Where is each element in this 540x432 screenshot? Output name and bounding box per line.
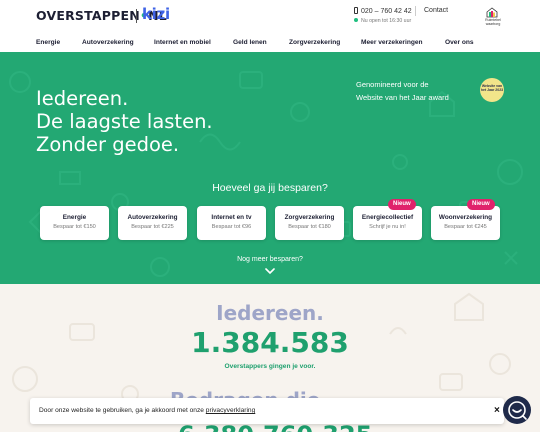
card-subtitle: Bespaar tot €96 bbox=[211, 224, 252, 230]
phone-number[interactable]: 020 – 760 42 42 bbox=[354, 7, 412, 15]
card-title: Woonverzekering bbox=[438, 214, 493, 221]
nav-item-meer-verzekeringen[interactable]: Meer verzekeringen bbox=[361, 39, 423, 46]
close-icon[interactable]: × bbox=[494, 405, 500, 416]
card-subtitle: Bespaar tot €245 bbox=[444, 224, 487, 230]
card-internet-en-tv[interactable]: Internet en tv Bespaar tot €96 bbox=[197, 206, 266, 240]
switchers-caption: Overstappers gingen je voor. bbox=[224, 363, 316, 370]
nav-item-internet[interactable]: Internet en mobiel bbox=[154, 39, 211, 46]
nav-item-geld-lenen[interactable]: Geld lenen bbox=[233, 39, 267, 46]
nav-item-energie[interactable]: Energie bbox=[36, 39, 60, 46]
logo-text-left: OVERSTAPPEN bbox=[36, 8, 140, 23]
nav-item-autoverzekering[interactable]: Autoverzekering bbox=[82, 39, 134, 46]
headline-line-3: Zonder gedoe. bbox=[36, 133, 180, 156]
chevron-down-icon[interactable] bbox=[265, 267, 275, 275]
savings-question: Hoeveel ga jij besparen? bbox=[212, 182, 328, 194]
kizi-logo[interactable]: kizi bbox=[142, 5, 170, 23]
card-zorgverzekering[interactable]: Zorgverzekering Bespaar tot €180 bbox=[275, 206, 344, 240]
header-divider bbox=[415, 6, 416, 16]
nav-item-zorgverzekering[interactable]: Zorgverzekering bbox=[289, 39, 340, 46]
card-title: Energiecollectief bbox=[361, 214, 414, 221]
card-energie[interactable]: Energie Bespaar tot €150 bbox=[40, 206, 109, 240]
chat-icon bbox=[508, 401, 527, 420]
card-title: Zorgverzekering bbox=[284, 214, 335, 221]
hero-headline: Iedereen. De laagste lasten. Zonder gedo… bbox=[36, 87, 213, 156]
card-subtitle: Bespaar tot €150 bbox=[53, 224, 96, 230]
status-dot-icon bbox=[354, 18, 358, 22]
award-label: Ruimtebel waarborg bbox=[485, 18, 501, 26]
cookie-banner: Door onze website te gebruiken, ga je ak… bbox=[30, 398, 504, 424]
more-savings-link[interactable]: Nog meer besparen? bbox=[0, 256, 540, 263]
phone-number-text: 020 – 760 42 42 bbox=[361, 8, 412, 15]
card-subtitle: Schrijf je nu in! bbox=[369, 224, 406, 230]
card-autoverzekering[interactable]: Autoverzekering Bespaar tot €225 bbox=[118, 206, 187, 240]
open-status-text: Nu open tot 16:30 uur bbox=[361, 18, 412, 24]
phone-icon bbox=[354, 7, 358, 14]
new-badge: Nieuw bbox=[388, 199, 416, 210]
award-nomination: Genomineerd voor de Website van het Jaar… bbox=[356, 78, 449, 104]
nav-item-over-ons[interactable]: Over ons bbox=[445, 39, 474, 46]
card-subtitle: Bespaar tot €225 bbox=[131, 224, 174, 230]
top-bar: OVERSTAPPEN•NL kizi 020 – 760 42 42 Nu o… bbox=[0, 0, 540, 35]
cookie-message: Door onze website te gebruiken, ga je ak… bbox=[39, 407, 206, 414]
switchers-count: 1.384.583 bbox=[191, 326, 349, 359]
new-badge: Nieuw bbox=[467, 199, 495, 210]
logo-separator bbox=[136, 9, 137, 23]
card-energiecollectief[interactable]: Nieuw Energiecollectief Schrijf je nu in… bbox=[353, 199, 422, 240]
card-title: Energie bbox=[62, 214, 87, 221]
card-woonverzekering[interactable]: Nieuw Woonverzekering Bespaar tot €245 bbox=[431, 199, 500, 240]
house-award-icon bbox=[486, 7, 498, 18]
stats-heading: Iedereen. bbox=[216, 301, 324, 325]
headline-line-2: De laagste lasten. bbox=[36, 110, 213, 133]
headline-line-1: Iedereen. bbox=[36, 87, 129, 110]
card-title: Autoverzekering bbox=[127, 214, 178, 221]
cookie-text: Door onze website te gebruiken, ga je ak… bbox=[39, 407, 255, 414]
open-status: Nu open tot 16:30 uur bbox=[354, 18, 411, 24]
privacy-link[interactable]: privacyverklaring bbox=[206, 407, 255, 414]
hero-section: Iedereen. De laagste lasten. Zonder gedo… bbox=[0, 52, 540, 284]
chat-button[interactable] bbox=[503, 396, 531, 424]
card-subtitle: Bespaar tot €180 bbox=[288, 224, 331, 230]
main-nav: Energie Autoverzekering Internet en mobi… bbox=[0, 35, 540, 52]
award-seal-icon: Website van het Jaar 2023 bbox=[480, 78, 504, 102]
card-title: Internet en tv bbox=[211, 214, 252, 221]
award-line-2: Website van het Jaar award bbox=[356, 93, 449, 102]
contact-link[interactable]: Contact bbox=[424, 7, 448, 14]
award-line-1: Genomineerd voor de bbox=[356, 80, 429, 89]
